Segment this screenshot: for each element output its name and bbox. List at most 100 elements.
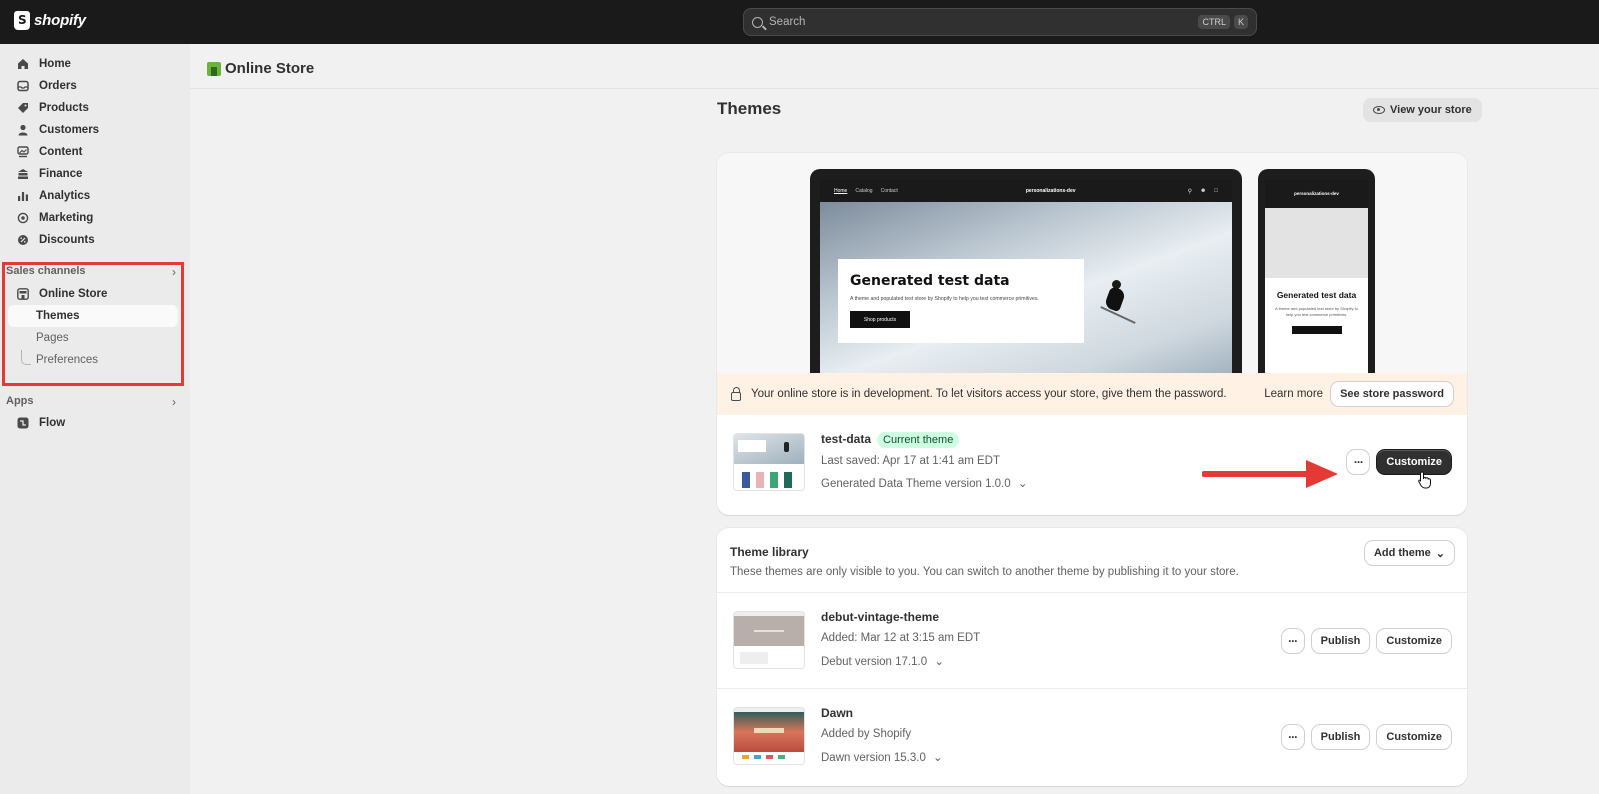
highlight-annotation [2,262,184,386]
target-icon [16,212,29,225]
bar-chart-icon [16,190,29,203]
sidebar-item-finance[interactable]: Finance [8,163,178,185]
current-theme-actions: ··· Customize [1347,450,1451,474]
sidebar-item-customers[interactable]: Customers [8,119,178,141]
sidebar-item-label: Finance [39,168,83,180]
chevron-right-icon[interactable]: › [172,395,176,409]
discount-icon [16,234,29,247]
more-actions-button[interactable]: ··· [1347,450,1370,474]
skier-image [1100,280,1136,324]
theme-version-text: Generated Data Theme version 1.0.0 [821,478,1011,490]
theme-name: Dawn [821,706,854,720]
chevron-down-icon: ⌄ [1017,478,1028,490]
sidebar-item-content[interactable]: Content [8,141,178,163]
account-icon: ☻ [1200,187,1207,194]
dots-icon: ··· [1288,730,1298,744]
sidebar-item-label: Home [39,58,71,70]
preview-nav-home: Home [834,188,848,194]
shopify-bag-icon [14,11,30,30]
theme-name: debut-vintage-theme [821,610,940,624]
theme-version-toggle[interactable]: Debut version 17.1.0 ⌄ [821,654,944,668]
sidebar-item-label: Analytics [39,190,91,202]
online-store-icon [207,61,221,76]
add-theme-button[interactable]: Add theme ⌄ [1364,541,1454,565]
page-header: Online Store [207,60,314,77]
sidebar-item-marketing[interactable]: Marketing [8,207,178,229]
add-theme-label: Add theme [1373,547,1431,559]
current-theme-name-row: test-data Current theme [821,432,960,448]
sidebar-item-analytics[interactable]: Analytics [8,185,178,207]
view-store-label: View your store [1390,104,1472,116]
see-store-password-button[interactable]: See store password [1331,382,1453,406]
development-banner: Your online store is in development. To … [717,373,1467,415]
red-arrow-annotation [1202,460,1338,488]
theme-thumbnail [733,433,805,491]
sidebar-item-products[interactable]: Products [8,97,178,119]
flow-icon [16,417,29,430]
theme-version-text: Debut version 17.1.0 [821,656,928,668]
publish-button[interactable]: Publish [1311,629,1370,653]
theme-library-subtitle: These themes are only visible to you. Yo… [730,566,1239,578]
sidebar-item-label: Flow [39,417,66,429]
learn-more-link[interactable]: Learn more [1264,388,1323,400]
desktop-screen: Home Catalog Contact personalizations-de… [820,180,1232,377]
cart-icon: □ [1214,187,1218,194]
more-actions-button[interactable]: ··· [1281,629,1304,653]
sidebar-item-flow[interactable]: Flow [8,412,178,434]
search-input[interactable]: Search CTRL K [743,8,1257,36]
customize-button[interactable]: Customize [1377,725,1451,749]
sidebar-item-label: Customers [39,124,100,136]
customize-button[interactable]: Customize [1377,629,1451,653]
theme-version-text: Dawn version 15.3.0 [821,752,926,764]
dots-icon: ··· [1288,634,1298,648]
hero-title: Generated test data [850,273,1010,289]
theme-version-toggle[interactable]: Dawn version 15.3.0 ⌄ [821,750,943,764]
publish-button[interactable]: Publish [1311,725,1370,749]
sidebar-item-home[interactable]: Home [8,53,178,75]
sidebar-item-discounts[interactable]: Discounts [8,229,178,251]
inbox-icon [16,80,29,93]
apps-label[interactable]: Apps [6,395,34,407]
theme-version-toggle[interactable]: Generated Data Theme version 1.0.0 ⌄ [821,476,1028,490]
mobile-store-name: personalizations-dev [1265,180,1368,208]
hero-card: Generated test data A theme and populate… [838,259,1084,343]
desktop-preview: Home Catalog Contact personalizations-de… [810,169,1242,377]
view-store-button[interactable]: View your store [1363,98,1482,122]
dots-icon: ··· [1353,455,1364,469]
theme-library-card: Theme library These themes are only visi… [717,528,1467,786]
chevron-down-icon: ⌄ [934,656,944,668]
home-icon [16,58,29,71]
sidebar: Home Orders Products Customers Content F… [0,44,190,794]
preview-store-name: personalizations-dev [1025,188,1076,194]
sidebar-item-label: Orders [39,80,77,92]
more-actions-button[interactable]: ··· [1281,725,1304,749]
chevron-down-icon: ⌄ [933,752,943,764]
lock-icon [731,386,741,401]
shopify-logo[interactable]: shopify [14,11,86,30]
hero-button: Shop products [850,311,910,328]
page-title: Online Store [225,60,315,77]
bank-icon [16,168,29,181]
sidebar-item-orders[interactable]: Orders [8,75,178,97]
tag-icon [16,102,29,115]
preview-nav-contact: Contact [880,188,898,194]
current-theme-badge: Current theme [877,432,960,448]
customize-button[interactable]: Customize [1377,450,1451,474]
shortcut-k: K [1233,15,1248,29]
theme-preview[interactable]: Home Catalog Contact personalizations-de… [717,153,1467,377]
theme-thumbnail [733,611,805,669]
last-saved-text: Last saved: Apr 17 at 1:41 am EDT [821,455,1000,467]
mobile-hero-subtitle: A theme and populated test store by Shop… [1275,306,1358,318]
theme-row-actions: ··· Publish Customize [1281,629,1451,653]
theme-thumbnail [733,707,805,765]
search-icon: ⚲ [1187,188,1193,195]
eye-icon [1373,106,1385,114]
preview-nav-icons: ⚲ ☻ □ [1188,188,1218,195]
header-divider [190,88,1599,89]
library-theme-row: Dawn Added by Shopify Dawn version 15.3.… [717,689,1467,784]
top-bar: shopify Search CTRL K [0,0,1599,44]
mobile-hero-button [1291,326,1342,335]
mobile-hero-image [1265,208,1368,278]
sidebar-item-label: Discounts [39,234,95,246]
hand-cursor-icon [1418,471,1431,489]
